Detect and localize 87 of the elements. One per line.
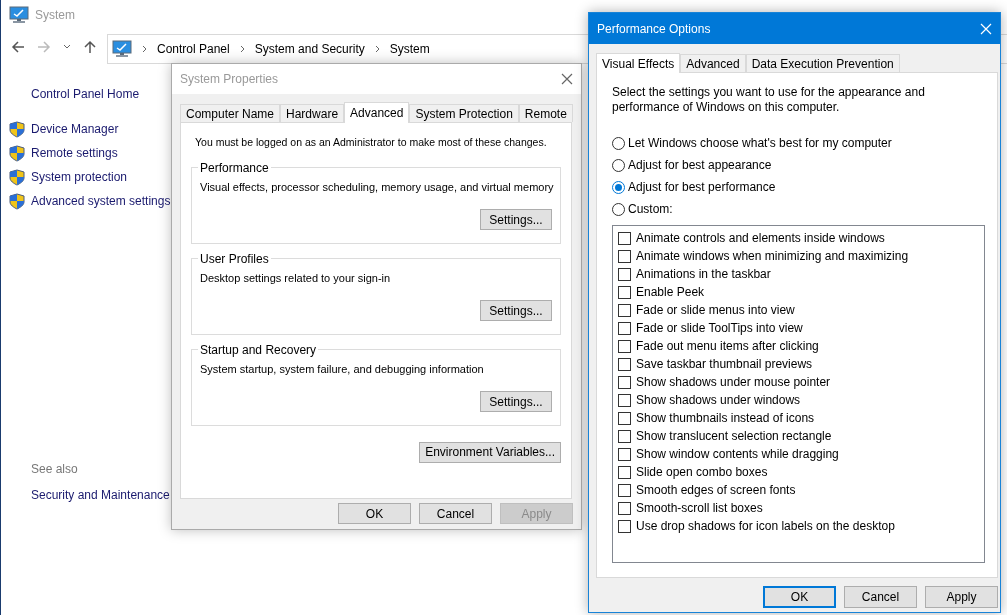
checkbox-label: Slide open combo boxes xyxy=(636,464,768,481)
close-icon xyxy=(561,73,573,85)
checkbox-label: Fade or slide ToolTips into view xyxy=(636,320,803,337)
settings-button[interactable]: Settings... xyxy=(480,391,552,413)
shield-icon xyxy=(9,120,25,138)
checkbox-label: Animate windows when minimizing and maximizing xyxy=(636,248,909,265)
tab[interactable]: Advanced xyxy=(344,102,410,123)
breadcrumb-item[interactable]: Control Panel xyxy=(157,40,230,58)
radio-label: Adjust for best appearance xyxy=(628,157,772,174)
checkbox-label: Smooth edges of screen fonts xyxy=(636,482,796,499)
sidebar-link[interactable]: Security and Maintenance xyxy=(31,486,170,504)
checkbox[interactable] xyxy=(618,285,631,299)
back-arrow-icon xyxy=(11,40,25,54)
sidebar-link[interactable]: Remote settings xyxy=(31,144,118,162)
checkbox[interactable] xyxy=(618,519,631,533)
checkbox-label: Show window contents while dragging xyxy=(636,446,839,463)
dialog-button[interactable]: OK xyxy=(338,503,411,524)
checkbox[interactable] xyxy=(618,321,631,335)
tab[interactable]: System Protection xyxy=(409,104,519,122)
checkbox[interactable] xyxy=(618,249,631,263)
shield-icon xyxy=(9,192,25,210)
checkbox[interactable] xyxy=(618,267,631,281)
tab[interactable]: Advanced xyxy=(680,54,746,72)
sidebar-link[interactable]: Device Manager xyxy=(31,120,119,138)
computer-icon xyxy=(9,6,29,24)
breadcrumb-item[interactable]: System and Security xyxy=(254,40,365,58)
checkbox[interactable] xyxy=(618,393,631,407)
up-arrow-icon xyxy=(83,40,97,54)
tab[interactable]: Data Execution Prevention xyxy=(745,54,900,72)
checkbox-label: Show shadows under mouse pointer xyxy=(636,374,831,391)
sidebar-link[interactable]: System protection xyxy=(31,168,128,186)
checkbox-label: Animate controls and elements inside windows xyxy=(636,230,885,247)
tab[interactable]: Hardware xyxy=(280,104,345,122)
notice-text: You must be logged on as an Administrator to make most of these changes. xyxy=(195,135,547,150)
section-heading: See also xyxy=(31,461,79,478)
settings-button[interactable]: Settings... xyxy=(480,300,552,322)
checkbox[interactable] xyxy=(618,303,631,317)
group-description: System startup, system failure, and debugging information xyxy=(200,361,484,377)
dialog-button[interactable]: Cancel xyxy=(844,586,917,608)
sidebar-link[interactable]: Control Panel Home xyxy=(31,86,171,110)
checkbox-label: Smooth-scroll list boxes xyxy=(636,500,763,517)
checkbox[interactable] xyxy=(618,429,631,443)
forward-arrow-icon xyxy=(37,40,51,54)
shield-icon xyxy=(9,168,25,186)
checkbox[interactable] xyxy=(618,411,631,425)
checkbox[interactable] xyxy=(618,465,631,479)
checkbox[interactable] xyxy=(618,231,631,245)
checkbox[interactable] xyxy=(618,357,631,371)
radio-label: Adjust for best performance xyxy=(628,179,776,196)
checkbox-label: Save taskbar thumbnail previews xyxy=(636,356,813,373)
environment-variables-button[interactable]: Environment Variables... xyxy=(419,441,561,463)
breadcrumb-item[interactable]: System xyxy=(389,40,430,58)
chevron-icon xyxy=(374,45,380,53)
checkbox[interactable] xyxy=(618,501,631,515)
checkbox-label: Show shadows under windows xyxy=(636,392,801,409)
radio-label: Let Windows choose what's best for my computer xyxy=(628,135,892,152)
chevron-icon xyxy=(239,45,245,53)
shield-icon xyxy=(9,144,25,162)
description-text: Select the settings you want to use for the appearance and performance of Windows on this computer. xyxy=(612,85,926,115)
dropdown-caret-icon xyxy=(63,44,71,50)
checkbox[interactable] xyxy=(618,339,631,353)
checkbox[interactable] xyxy=(618,375,631,389)
tab[interactable]: Visual Effects xyxy=(596,53,681,73)
checkbox-label: Use drop shadows for icon labels on the desktop xyxy=(636,518,895,535)
dialog-button[interactable]: Apply xyxy=(925,586,998,608)
checkbox-label: Show thumbnails instead of icons xyxy=(636,410,815,427)
tab[interactable]: Remote xyxy=(518,104,573,122)
dialog-button[interactable]: Cancel xyxy=(419,503,492,524)
settings-button[interactable]: Settings... xyxy=(480,209,552,231)
checkbox[interactable] xyxy=(618,447,631,461)
window-title: System xyxy=(35,7,75,24)
checkbox-label: Fade or slide menus into view xyxy=(636,302,795,319)
chevron-icon xyxy=(142,45,147,53)
checkbox-label: Fade out menu items after clicking xyxy=(636,338,819,355)
radio-label: Custom: xyxy=(628,201,673,218)
dialog-title: System Properties xyxy=(180,71,279,88)
group-description: Desktop settings related to your sign-in xyxy=(200,270,391,286)
sidebar-link[interactable]: Advanced system settings xyxy=(31,192,171,210)
tab[interactable]: Computer Name xyxy=(180,104,281,122)
checkbox-label: Show translucent selection rectangle xyxy=(636,428,832,445)
checkbox-label: Enable Peek xyxy=(636,284,705,301)
group-description: Visual effects, processor scheduling, memory usage, and virtual memory xyxy=(200,179,554,195)
checkbox[interactable] xyxy=(618,483,631,497)
checkbox-label: Animations in the taskbar xyxy=(636,266,771,283)
close-icon xyxy=(980,22,992,35)
computer-icon xyxy=(112,40,132,58)
dialog-button[interactable]: OK xyxy=(763,586,836,608)
